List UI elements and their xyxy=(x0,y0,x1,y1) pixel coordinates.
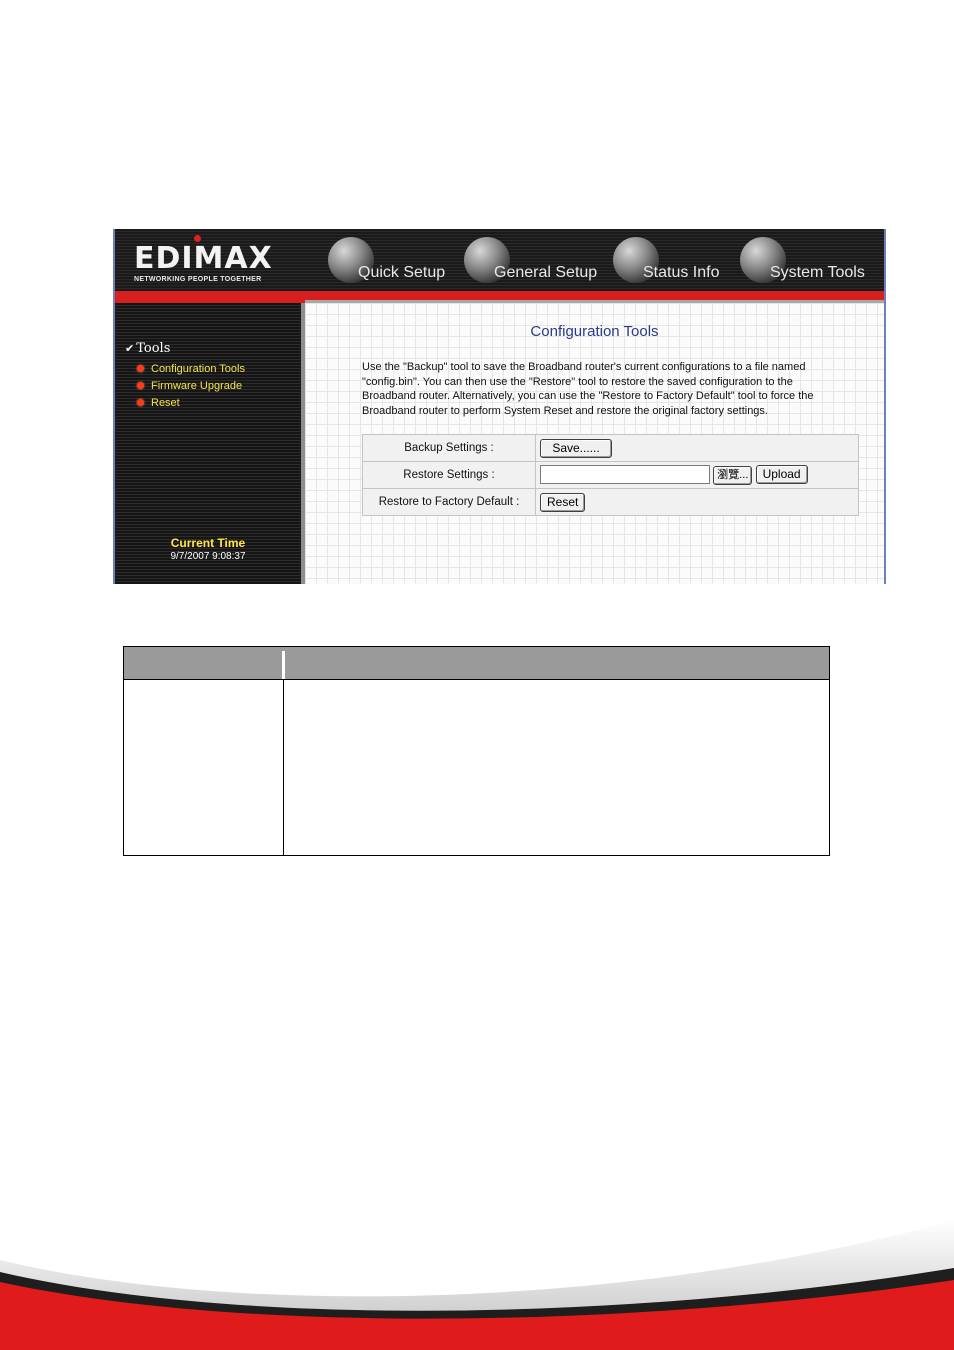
sidebar-item-reset[interactable]: Reset xyxy=(137,397,180,409)
header-divider xyxy=(282,651,285,679)
upload-button[interactable]: Upload xyxy=(755,465,808,484)
nav-system-tools-label: System Tools xyxy=(770,264,865,281)
table-row: Restore to Factory Default : Reset xyxy=(362,488,859,516)
top-navigation-bar: EDIMAX NETWORKING PEOPLE TOGETHER Quick … xyxy=(115,229,884,291)
bullet-icon xyxy=(137,365,144,372)
table-row: Restore Settings : 瀏覽... Upload xyxy=(362,461,859,489)
red-divider-bar xyxy=(115,291,884,303)
sidebar-item-configuration-tools[interactable]: Configuration Tools xyxy=(137,363,245,375)
browse-button[interactable]: 瀏覽... xyxy=(713,466,753,485)
document-table xyxy=(123,646,830,856)
logo-text: EDIMAX xyxy=(134,241,273,276)
reset-button[interactable]: Reset xyxy=(540,492,586,512)
current-time-label: Current Time xyxy=(170,536,246,550)
logo-dot xyxy=(194,235,201,242)
restore-settings-label: Restore Settings : xyxy=(362,461,536,489)
checkmark-icon: ✔ xyxy=(125,342,135,355)
nav-quick-setup-label: Quick Setup xyxy=(358,264,446,281)
main-content: Configuration Tools Use the "Backup" too… xyxy=(305,303,884,584)
current-time-value: 9/7/2007 9:08:37 xyxy=(170,551,246,562)
factory-default-cell: Reset xyxy=(535,488,859,516)
document-table-header xyxy=(124,647,829,680)
table-row: Backup Settings : Save...... xyxy=(362,434,859,462)
backup-settings-label: Backup Settings : xyxy=(362,434,536,462)
restore-settings-cell: 瀏覽... Upload xyxy=(535,461,859,489)
sidebar-item-label: Reset xyxy=(151,397,180,409)
column-divider xyxy=(283,679,284,855)
factory-default-label: Restore to Factory Default : xyxy=(362,488,536,516)
nav-general-setup-label: General Setup xyxy=(494,264,598,281)
restore-file-input[interactable] xyxy=(540,465,710,485)
sidebar-item-label: Configuration Tools xyxy=(151,363,245,375)
logo-tagline: NETWORKING PEOPLE TOGETHER xyxy=(134,276,262,283)
footer-swoosh xyxy=(0,1220,954,1350)
bullet-icon xyxy=(137,399,144,406)
router-screenshot: EDIMAX NETWORKING PEOPLE TOGETHER Quick … xyxy=(113,229,886,584)
sidebar-section-label: Tools xyxy=(136,341,171,356)
page-description: Use the "Backup" tool to save the Broadb… xyxy=(362,361,814,417)
sidebar: ✔ Tools Configuration Tools Firmware Upgr… xyxy=(115,303,305,584)
sidebar-section-tools: ✔ Tools xyxy=(125,341,170,356)
edimax-logo: EDIMAX NETWORKING PEOPLE TOGETHER xyxy=(134,235,294,283)
bullet-icon xyxy=(137,382,144,389)
settings-table: Backup Settings : Save...... Restore Set… xyxy=(362,434,859,516)
page-title: Configuration Tools xyxy=(530,323,659,340)
backup-settings-cell: Save...... xyxy=(535,434,859,462)
nav-status-info-label: Status Info xyxy=(643,264,720,281)
sidebar-item-firmware-upgrade[interactable]: Firmware Upgrade xyxy=(137,380,242,392)
sidebar-item-label: Firmware Upgrade xyxy=(151,380,243,392)
save-button[interactable]: Save...... xyxy=(540,438,612,458)
